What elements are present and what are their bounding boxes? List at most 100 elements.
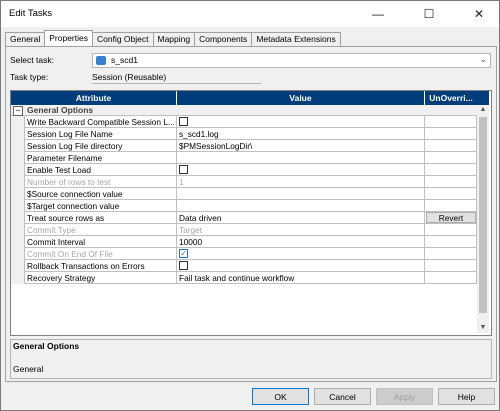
header-unoverride[interactable]: UnOverri...: [425, 91, 477, 105]
row-gutter: [11, 200, 25, 212]
scroll-up-icon[interactable]: ▲: [477, 105, 489, 115]
table-row[interactable]: Rollback Transactions on Errors: [11, 260, 477, 272]
unoverride-cell: [425, 236, 477, 248]
value-cell[interactable]: 1: [177, 176, 425, 188]
attribute-cell: Rollback Transactions on Errors: [25, 260, 177, 272]
value-cell[interactable]: [177, 116, 425, 128]
table-row[interactable]: Commit Interval 10000: [11, 236, 477, 248]
cancel-button[interactable]: Cancel: [314, 388, 371, 405]
apply-button[interactable]: Apply: [376, 388, 433, 405]
value-cell[interactable]: s_scd1.log: [177, 128, 425, 140]
group-title: General Options: [27, 105, 94, 115]
value-cell[interactable]: [177, 188, 425, 200]
tab-properties[interactable]: Properties: [44, 30, 93, 46]
table-row[interactable]: $Source connection value: [11, 188, 477, 200]
scroll-down-icon[interactable]: ▼: [477, 323, 489, 333]
attribute-cell: Recovery Strategy: [25, 272, 177, 284]
title-bar: Edit Tasks — ☐ ✕: [1, 1, 499, 27]
table-row[interactable]: Session Log File Name s_scd1.log: [11, 128, 477, 140]
group-general-options[interactable]: − General Options: [11, 105, 477, 116]
tab-config-object[interactable]: Config Object: [92, 32, 154, 46]
value-checkbox[interactable]: [179, 117, 188, 126]
unoverride-cell: [425, 200, 477, 212]
vertical-scrollbar[interactable]: ▲ ▼: [477, 105, 489, 333]
unoverride-cell: [425, 164, 477, 176]
row-gutter: [11, 152, 25, 164]
unoverride-cell: [425, 116, 477, 128]
collapse-icon[interactable]: −: [13, 106, 23, 116]
scroll-thumb[interactable]: [479, 117, 487, 313]
maximize-button[interactable]: ☐: [412, 1, 446, 27]
table-row[interactable]: Commit On End Of File: [11, 248, 477, 260]
description-title: General Options: [13, 341, 80, 351]
tab-general[interactable]: General: [5, 32, 46, 46]
table-row[interactable]: Enable Test Load: [11, 164, 477, 176]
unoverride-cell: [425, 140, 477, 152]
row-gutter: [11, 176, 25, 188]
value-cell[interactable]: [177, 260, 425, 272]
attribute-cell: $Source connection value: [25, 188, 177, 200]
select-task-label: Select task:: [10, 55, 54, 65]
unoverride-cell: [425, 188, 477, 200]
unoverride-cell: [425, 128, 477, 140]
unoverride-cell: [425, 260, 477, 272]
table-row[interactable]: $Target connection value: [11, 200, 477, 212]
tab-metadata-extensions[interactable]: Metadata Extensions: [251, 32, 341, 46]
row-gutter: [11, 212, 25, 224]
unoverride-cell: [425, 272, 477, 284]
tab-mapping[interactable]: Mapping: [152, 32, 196, 46]
description-panel: General Options General: [10, 339, 492, 379]
minimize-button[interactable]: —: [361, 1, 395, 27]
window-title: Edit Tasks: [9, 8, 53, 19]
unoverride-cell: [425, 176, 477, 188]
value-checkbox[interactable]: [179, 249, 188, 258]
attribute-cell: Number of rows to test: [25, 176, 177, 188]
row-gutter: [11, 272, 25, 284]
table-row[interactable]: Recovery Strategy Fail task and continue …: [11, 272, 477, 284]
row-gutter: [11, 128, 25, 140]
table-row[interactable]: Treat source rows as Data driven Revert: [11, 212, 477, 224]
value-checkbox[interactable]: [179, 261, 188, 270]
table-row[interactable]: Commit Type Target: [11, 224, 477, 236]
attribute-cell: Commit On End Of File: [25, 248, 177, 260]
header-value[interactable]: Value: [177, 91, 425, 105]
tab-components[interactable]: Components: [194, 32, 253, 46]
header-attribute[interactable]: Attribute: [11, 91, 177, 105]
value-cell[interactable]: Data driven: [177, 212, 425, 224]
edit-tasks-dialog: Edit Tasks — ☐ ✕ General Properties Conf…: [0, 0, 500, 411]
close-button[interactable]: ✕: [462, 1, 496, 27]
value-cell[interactable]: [177, 164, 425, 176]
table-row[interactable]: Parameter Filename: [11, 152, 477, 164]
task-type-label: Task type:: [10, 72, 49, 82]
value-cell[interactable]: Target: [177, 224, 425, 236]
unoverride-cell: [425, 224, 477, 236]
select-task-value: s_scd1: [111, 55, 138, 65]
row-gutter: [11, 188, 25, 200]
value-cell[interactable]: 10000: [177, 236, 425, 248]
ok-button[interactable]: OK: [252, 388, 309, 405]
row-gutter: [11, 260, 25, 272]
row-gutter: [11, 224, 25, 236]
attribute-cell: Parameter Filename: [25, 152, 177, 164]
table-row[interactable]: Number of rows to test 1: [11, 176, 477, 188]
description-text: General: [13, 364, 44, 374]
value-cell[interactable]: Fail task and continue workflow: [177, 272, 425, 284]
attributes-grid: Attribute Value UnOverri... − General Op…: [10, 90, 492, 336]
table-row[interactable]: Write Backward Compatible Session L...: [11, 116, 477, 128]
value-cell[interactable]: [177, 248, 425, 260]
value-checkbox[interactable]: [179, 165, 188, 174]
task-type-value: Session (Reusable): [92, 71, 261, 84]
row-gutter: [11, 140, 25, 152]
attribute-cell: Write Backward Compatible Session L...: [25, 116, 177, 128]
row-gutter: [11, 116, 25, 128]
revert-button[interactable]: Revert: [426, 212, 476, 223]
select-task-dropdown[interactable]: s_scd1 ⌄: [92, 53, 491, 68]
help-button[interactable]: Help: [438, 388, 495, 405]
attribute-cell: Session Log File Name: [25, 128, 177, 140]
value-cell[interactable]: $PMSessionLogDir\: [177, 140, 425, 152]
value-cell[interactable]: [177, 152, 425, 164]
row-gutter: [11, 248, 25, 260]
unoverride-cell: Revert: [425, 212, 477, 224]
value-cell[interactable]: [177, 200, 425, 212]
table-row[interactable]: Session Log File directory $PMSessionLogD…: [11, 140, 477, 152]
